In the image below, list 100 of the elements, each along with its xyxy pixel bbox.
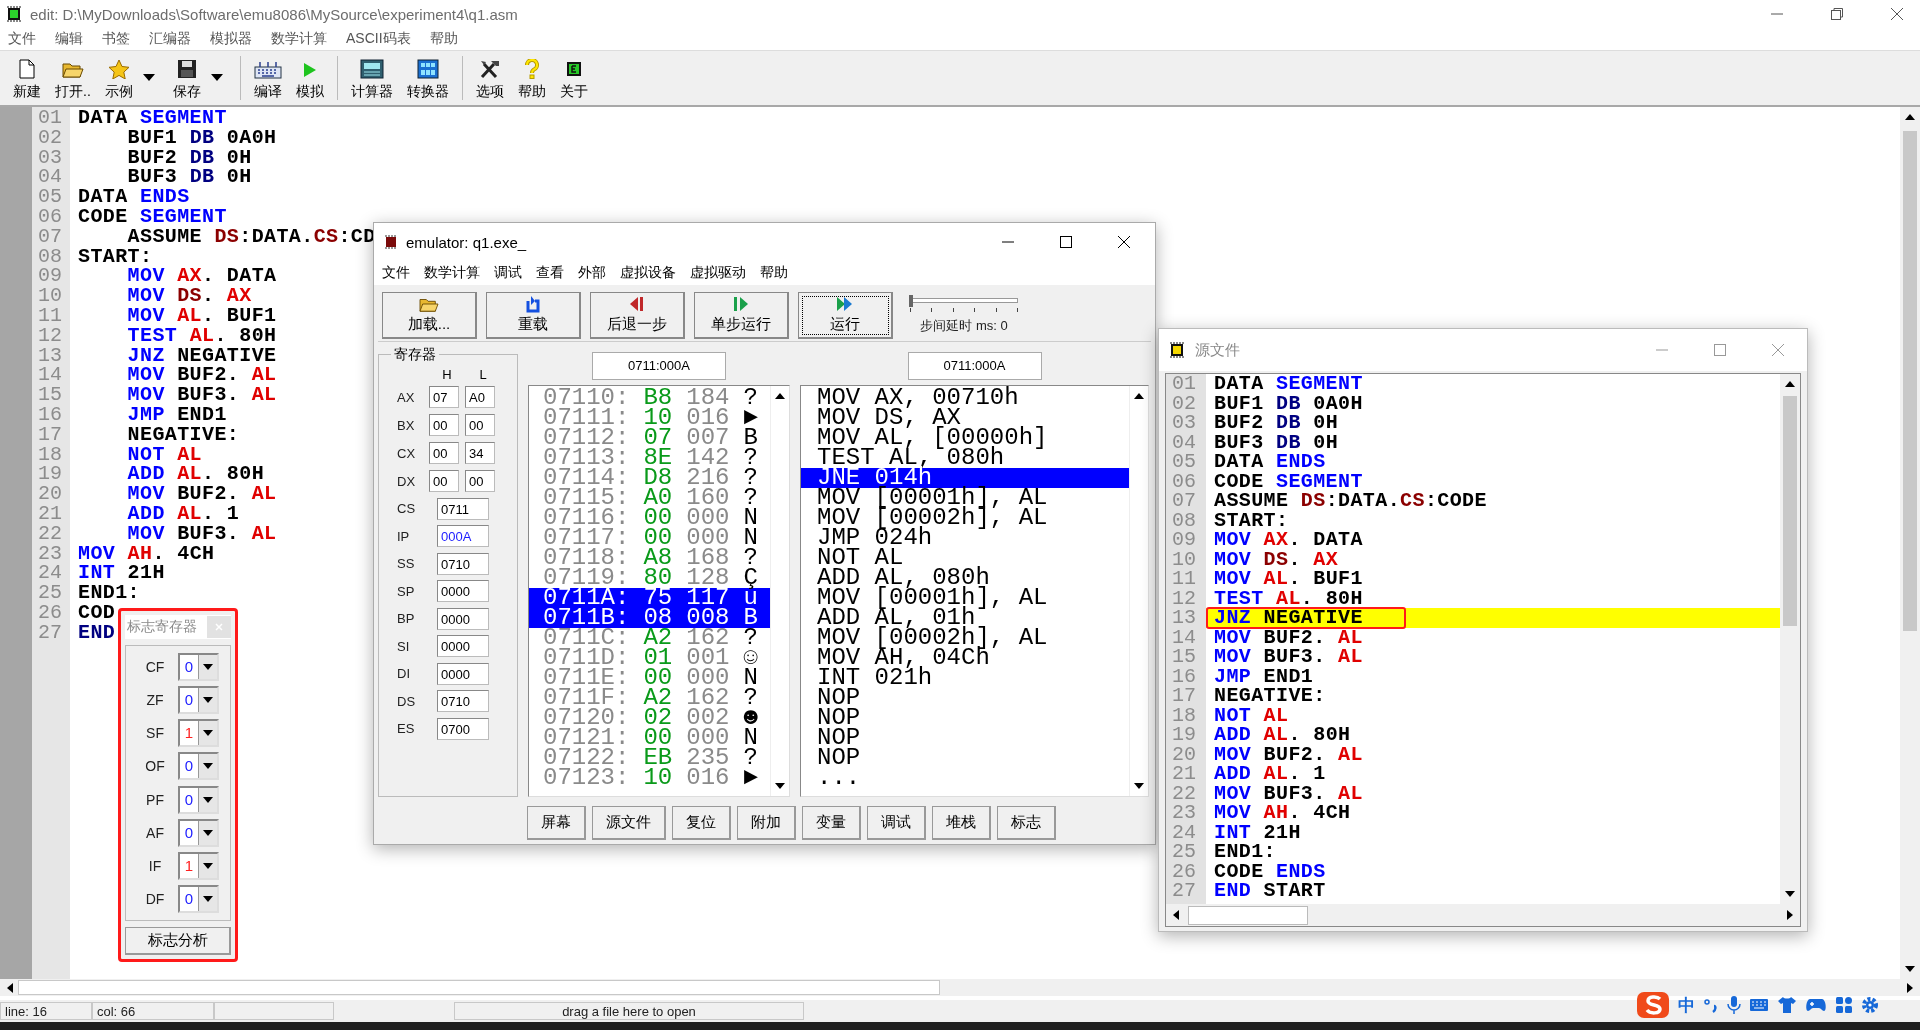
menu-item[interactable]: 文件	[8, 30, 36, 48]
grid-icon[interactable]	[1835, 996, 1853, 1014]
memory-row[interactable]: 07119: 80 128 Ç	[529, 568, 770, 588]
toolbar-button[interactable]: 模拟	[288, 55, 331, 101]
shirt-icon[interactable]	[1777, 996, 1797, 1014]
flag-analysis-button[interactable]: 标志分析	[125, 927, 231, 955]
memory-row[interactable]: 0711B: 08 008 B	[529, 608, 770, 628]
memory-row[interactable]: 07123: 10 016 ►	[529, 768, 770, 788]
register-field[interactable]: 0000	[437, 607, 489, 630]
register-field[interactable]: 00	[429, 414, 459, 436]
memory-row[interactable]: 07118: A8 168 ?	[529, 548, 770, 568]
memory-row[interactable]: 07121: 00 000 N	[529, 728, 770, 748]
toolbar-button[interactable]: 转换器	[399, 55, 456, 101]
punctuation-icon[interactable]	[1703, 996, 1719, 1014]
register-field[interactable]: 34	[465, 442, 495, 464]
step-delay-slider[interactable]	[910, 295, 1018, 313]
memory-row[interactable]: 0711E: 00 000 N	[529, 668, 770, 688]
gamepad-icon[interactable]	[1805, 997, 1827, 1013]
toolbar-button[interactable]: 单步运行	[694, 291, 789, 339]
arrow-up-icon[interactable]	[1905, 113, 1915, 121]
disassembly-line[interactable]: MOV AX, 00710h	[801, 388, 1129, 408]
disassembly-line[interactable]: MOV [00002h], AL	[801, 508, 1129, 528]
memory-row[interactable]: 0711F: A2 162 ?	[529, 688, 770, 708]
disassembly-line[interactable]: JMP 024h	[801, 528, 1129, 548]
keyboard-icon[interactable]	[1749, 997, 1769, 1013]
disassembly-line[interactable]: INT 021h	[801, 668, 1129, 688]
menu-item[interactable]: 书签	[102, 30, 130, 48]
disassembly-line[interactable]: MOV AL, [00000h]	[801, 428, 1129, 448]
toolbar-button[interactable]: 重载	[486, 291, 581, 339]
panel-button[interactable]: 屏幕	[527, 806, 586, 840]
toolbar-button[interactable]: 后退一步	[590, 291, 685, 339]
dropdown-arrow-icon[interactable]	[203, 730, 213, 737]
dropdown-caret-icon[interactable]	[142, 74, 155, 82]
menu-item[interactable]: 虚拟设备	[620, 264, 676, 282]
register-field[interactable]: 0710	[437, 690, 489, 713]
dropdown-arrow-icon[interactable]	[203, 796, 213, 803]
memory-row[interactable]: 07117: 00 000 N	[529, 528, 770, 548]
memory-row[interactable]: 07113: 8E 142 ?	[529, 448, 770, 468]
toolbar-button[interactable]: 运行	[798, 291, 893, 339]
menu-item[interactable]: 文件	[382, 264, 410, 282]
disassembly-line[interactable]: NOP	[801, 708, 1129, 728]
toolbar-button[interactable]: 编译	[246, 55, 289, 101]
restore-icon[interactable]	[1830, 7, 1844, 21]
scroll-thumb[interactable]	[1783, 396, 1797, 626]
memory-row[interactable]: 0711D: 01 001 ☺	[529, 648, 770, 668]
register-field[interactable]: 0000	[437, 635, 489, 658]
disassembly-line[interactable]: MOV [00001h], AL	[801, 588, 1129, 608]
dropdown-arrow-icon[interactable]	[203, 663, 213, 670]
flag-dropdown[interactable]: 0	[178, 652, 219, 681]
toolbar-button[interactable]: 帮助	[510, 55, 553, 101]
toolbar-button[interactable]: 打开..	[48, 55, 98, 101]
panel-button[interactable]: 复位	[672, 806, 731, 840]
close-icon[interactable]	[1117, 235, 1131, 249]
disassembly-line[interactable]: NOP	[801, 748, 1129, 768]
flag-dropdown[interactable]: 0	[178, 685, 219, 714]
dropdown-arrow-icon[interactable]	[203, 696, 213, 703]
ime-mode[interactable]: 中	[1678, 993, 1695, 1017]
dropdown-arrow-icon[interactable]	[203, 863, 213, 870]
disassembly-line[interactable]: NOP	[801, 688, 1129, 708]
disassembly-line[interactable]: TEST AL, 080h	[801, 448, 1129, 468]
register-field[interactable]: 00	[429, 470, 459, 492]
slider-thumb[interactable]	[909, 295, 913, 307]
register-field[interactable]: 00	[429, 442, 459, 464]
horizontal-scrollbar[interactable]	[1166, 904, 1800, 926]
scroll-thumb[interactable]	[1188, 905, 1308, 925]
menu-item[interactable]: 汇编器	[149, 30, 191, 48]
dropdown-caret-icon[interactable]	[210, 74, 223, 82]
register-field[interactable]: 0000	[437, 580, 489, 603]
panel-button[interactable]: 堆栈	[932, 806, 991, 840]
memory-row[interactable]: 07115: A0 160 ?	[529, 488, 770, 508]
panel-button[interactable]: 源文件	[592, 806, 666, 840]
arrow-up-icon[interactable]	[1785, 380, 1795, 388]
arrow-down-icon[interactable]	[1785, 890, 1795, 898]
arrow-down-icon[interactable]	[1905, 965, 1915, 973]
address-field[interactable]: 0711:000A	[907, 352, 1042, 380]
flag-dropdown[interactable]: 1	[178, 719, 219, 748]
close-icon[interactable]	[1890, 7, 1904, 21]
horizontal-scrollbar[interactable]	[0, 979, 1920, 996]
memory-row[interactable]: 0711A: 75 117 u	[529, 588, 770, 608]
arrow-down-icon[interactable]	[775, 782, 785, 790]
menu-item[interactable]: 外部	[578, 264, 606, 282]
dropdown-arrow-icon[interactable]	[203, 829, 213, 836]
toolbar-button[interactable]: 示例	[97, 55, 166, 101]
panel-button[interactable]: 附加	[737, 806, 796, 840]
flag-dropdown[interactable]: 0	[178, 818, 219, 847]
scroll-thumb[interactable]	[18, 980, 940, 995]
menu-item[interactable]: 编辑	[55, 30, 83, 48]
dropdown-arrow-icon[interactable]	[203, 896, 213, 903]
vertical-scrollbar[interactable]	[1900, 107, 1920, 979]
flag-dropdown[interactable]: 0	[178, 885, 219, 914]
disassembly-line[interactable]: MOV [00002h], AL	[801, 628, 1129, 648]
arrow-left-icon[interactable]	[1172, 910, 1180, 920]
register-field[interactable]: 00	[465, 414, 495, 436]
register-field[interactable]: 00	[465, 470, 495, 492]
arrow-right-icon[interactable]	[1786, 910, 1794, 920]
register-field[interactable]: 000A	[437, 525, 489, 548]
panel-button[interactable]: 标志	[997, 806, 1056, 840]
ime-logo-icon[interactable]	[1636, 990, 1670, 1020]
memory-row[interactable]: 07114: D8 216 ?	[529, 468, 770, 488]
scroll-thumb[interactable]	[1903, 131, 1917, 631]
